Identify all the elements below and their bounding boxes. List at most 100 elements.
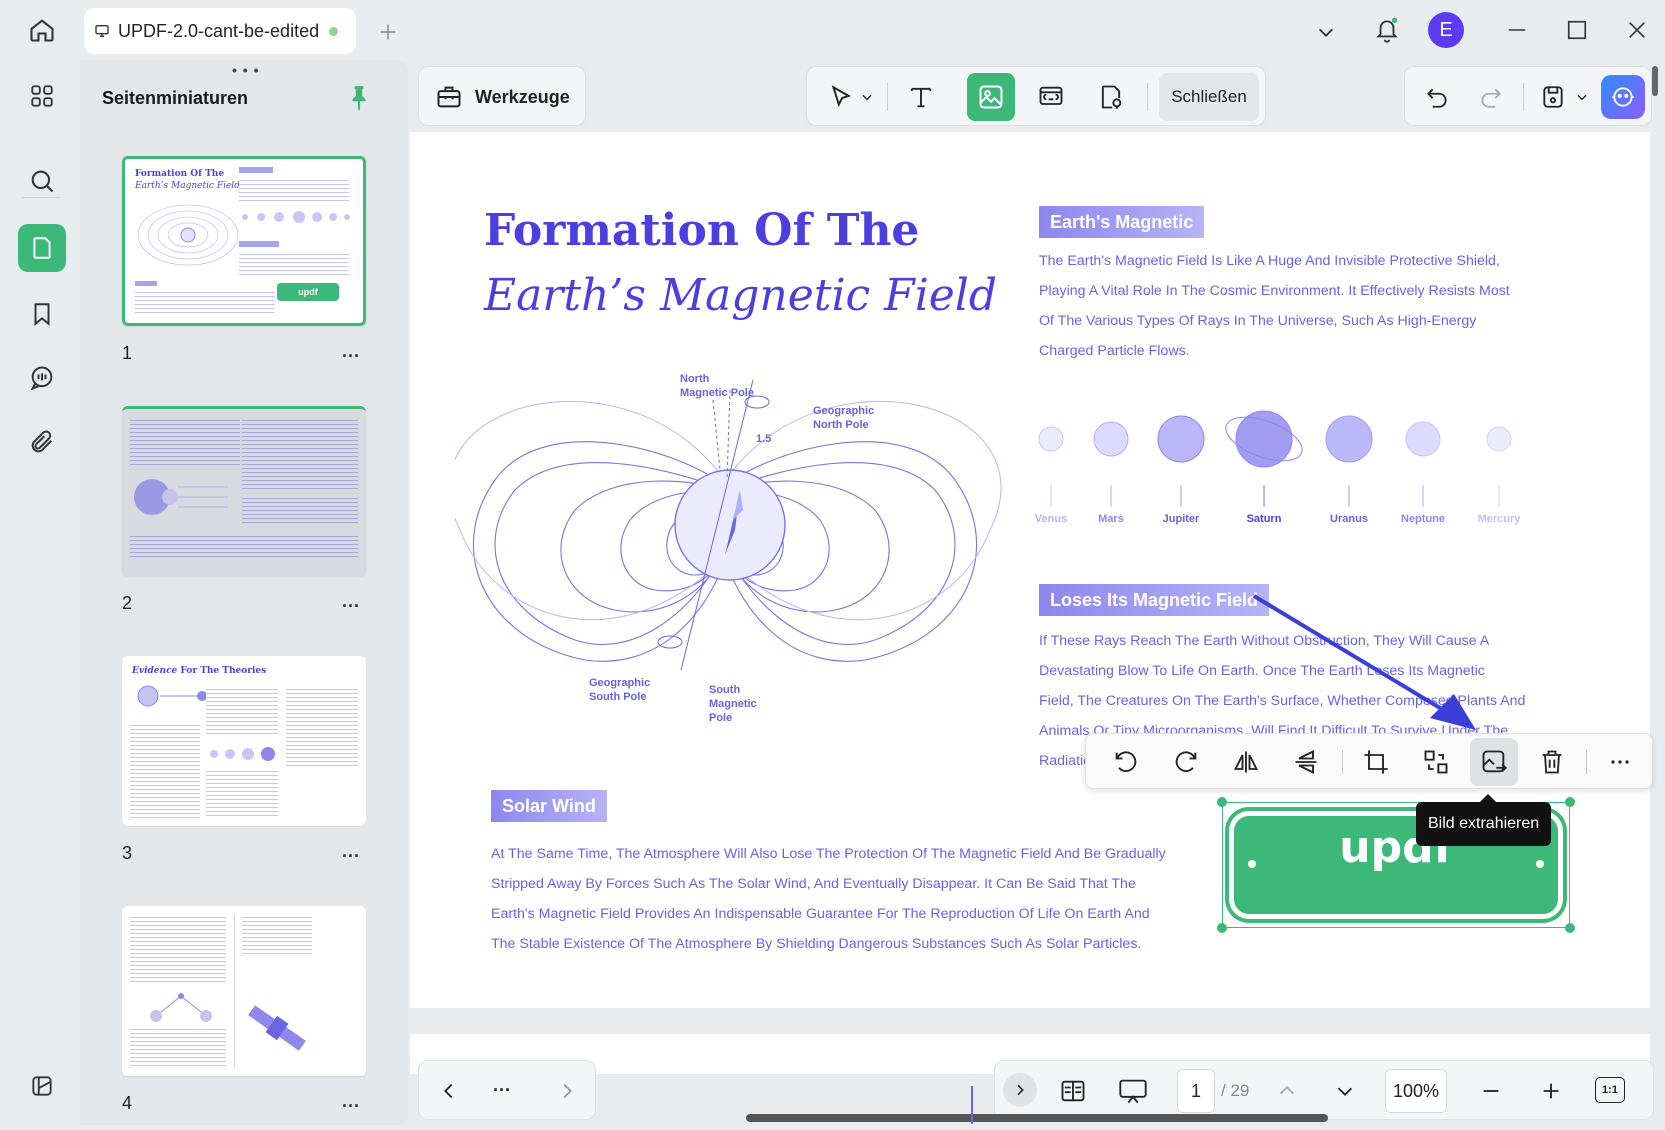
extract-image-icon[interactable]: [1470, 738, 1518, 786]
toolbar-divider-2: [1147, 83, 1148, 111]
horizontal-scrollbar[interactable]: [746, 1114, 1328, 1122]
toolbox-icon: [435, 83, 463, 111]
zoom-in-icon[interactable]: [1527, 1067, 1575, 1115]
page-up-icon[interactable]: [1263, 1067, 1311, 1115]
thumb3-diagram: [137, 685, 207, 707]
crop-icon[interactable]: [1352, 738, 1400, 786]
resize-handle-bl[interactable]: [1217, 923, 1227, 933]
imgbar-divider-2: [1586, 750, 1587, 774]
chevron-down-icon[interactable]: [1310, 16, 1342, 48]
comment-icon[interactable]: [18, 354, 66, 402]
maximize-icon[interactable]: [1560, 14, 1594, 46]
ai-assistant-icon[interactable]: [1601, 75, 1645, 119]
resize-handle-tr[interactable]: [1565, 797, 1575, 807]
thumb-more-3[interactable]: ...: [342, 841, 360, 862]
doc-title-line1: Formation Of The: [484, 205, 920, 256]
zoom-out-icon[interactable]: [1467, 1067, 1515, 1115]
south-magnetic-pole-label: South Magnetic Pole: [709, 684, 757, 724]
attachment-icon[interactable]: [18, 418, 66, 466]
text-tool-icon[interactable]: [897, 73, 945, 121]
tools-label: Werkzeuge: [475, 87, 570, 107]
bookmark-icon[interactable]: [18, 290, 66, 338]
rotate-left-icon[interactable]: [1102, 738, 1150, 786]
thumb3-text-d: [286, 686, 358, 766]
earths-magnetic-paragraph: The Earth's Magnetic Field Is Like A Hug…: [1039, 253, 1510, 359]
thumb-text: [239, 177, 349, 201]
watermark-tool-icon[interactable]: [1087, 73, 1135, 121]
page-down-icon[interactable]: [1321, 1067, 1369, 1115]
layers-icon[interactable]: [18, 1062, 66, 1110]
thumb3-planets: [210, 747, 275, 761]
pages-icon[interactable]: [18, 224, 66, 272]
home-icon[interactable]: [20, 12, 64, 48]
planet-label-mars: Mars: [1098, 513, 1124, 525]
delete-icon[interactable]: [1528, 738, 1576, 786]
thumbnail-panel-title: Seitenminiaturen: [102, 88, 249, 108]
page-thumbnail-4[interactable]: [122, 906, 366, 1076]
thumb-more-4[interactable]: ...: [342, 1091, 360, 1112]
thumb-tag-3: [135, 281, 157, 286]
page-thumbnail-3[interactable]: Evidence For The Theories: [122, 656, 366, 826]
drag-handle[interactable]: • • •: [232, 62, 259, 78]
thumb2-text: [130, 417, 240, 467]
loses-magnetic-field-heading: Loses Its Magnetic Field: [1039, 584, 1270, 616]
undo-icon[interactable]: [1413, 73, 1461, 121]
save-icon[interactable]: [1529, 73, 1577, 121]
planet-label-mercury: Mercury: [1477, 513, 1521, 525]
planet-label-jupiter: Jupiter: [1162, 513, 1200, 525]
document-tab-title: UPDF-2.0-cant-be-edited: [118, 20, 320, 41]
flip-horizontal-icon[interactable]: [1222, 738, 1270, 786]
thumb3-text-b: [206, 686, 278, 736]
zoom-level[interactable]: 100%: [1385, 1069, 1447, 1113]
save-dropdown-icon[interactable]: [1571, 73, 1593, 121]
thumb4-satellite: [248, 1005, 306, 1051]
link-tool-icon[interactable]: [1027, 73, 1075, 121]
avatar[interactable]: E: [1428, 12, 1464, 48]
search-icon[interactable]: [18, 157, 66, 205]
redo-icon[interactable]: [1467, 73, 1515, 121]
geographic-south-pole-label: Geographic South Pole: [589, 677, 651, 703]
bell-icon[interactable]: [1370, 12, 1404, 48]
document-tab[interactable]: UPDF-2.0-cant-be-edited: [84, 8, 356, 54]
thumb4-diagram: [150, 993, 212, 1022]
view-controls-pill: 1 / 29 100% 1:1: [994, 1060, 1654, 1120]
next-page-icon[interactable]: [543, 1067, 591, 1115]
select-dropdown-icon[interactable]: [855, 73, 879, 121]
close-icon[interactable]: [1620, 14, 1654, 46]
minimize-icon[interactable]: [1500, 14, 1534, 46]
thumb-title-line1: Formation Of The: [135, 169, 225, 179]
rotate-right-icon[interactable]: [1162, 738, 1210, 786]
edit-toolbar: Schließen: [806, 66, 1266, 126]
presentation-icon[interactable]: [1109, 1067, 1157, 1115]
page-thumbnail-2[interactable]: [122, 406, 366, 576]
new-tab-icon[interactable]: [372, 16, 404, 48]
left-rail: [0, 60, 80, 1130]
pin-icon[interactable]: [346, 84, 372, 112]
close-edit-button[interactable]: Schließen: [1159, 73, 1259, 121]
extract-image-tooltip: Bild extrahieren: [1416, 794, 1552, 846]
more-nav-button[interactable]: ...: [493, 1075, 511, 1096]
thumb4-text-a: [130, 914, 226, 984]
thumbnails-icon[interactable]: [18, 72, 66, 120]
more-icon[interactable]: [1596, 738, 1644, 786]
flip-vertical-icon[interactable]: [1282, 738, 1330, 786]
previous-page-icon[interactable]: [425, 1067, 473, 1115]
page-thumbnail-1[interactable]: Formation Of The Earth’s Magnetic Field …: [122, 156, 366, 326]
thumb-more-2[interactable]: ...: [342, 591, 360, 612]
resize-handle-br[interactable]: [1565, 923, 1575, 933]
image-tool-icon[interactable]: [967, 73, 1015, 121]
resize-handle-tl[interactable]: [1217, 797, 1227, 807]
thumb-number-2: 2: [122, 593, 133, 613]
thumb3-text-c: [206, 768, 278, 818]
actual-size-button[interactable]: 1:1: [1595, 1077, 1625, 1103]
thumb-more-1[interactable]: ...: [342, 341, 360, 362]
expand-icon[interactable]: [1003, 1073, 1037, 1107]
thumb-badge: updf: [277, 283, 339, 301]
tools-button[interactable]: Werkzeuge: [418, 66, 586, 126]
annotation-arrow: [1252, 594, 1476, 730]
page-number-input[interactable]: 1: [1177, 1069, 1215, 1113]
page-layout-icon[interactable]: [1049, 1067, 1097, 1115]
thumb-title-line2: Earth’s Magnetic Field: [135, 181, 240, 191]
replace-icon[interactable]: [1412, 738, 1460, 786]
vertical-scrollbar[interactable]: [1652, 66, 1658, 96]
